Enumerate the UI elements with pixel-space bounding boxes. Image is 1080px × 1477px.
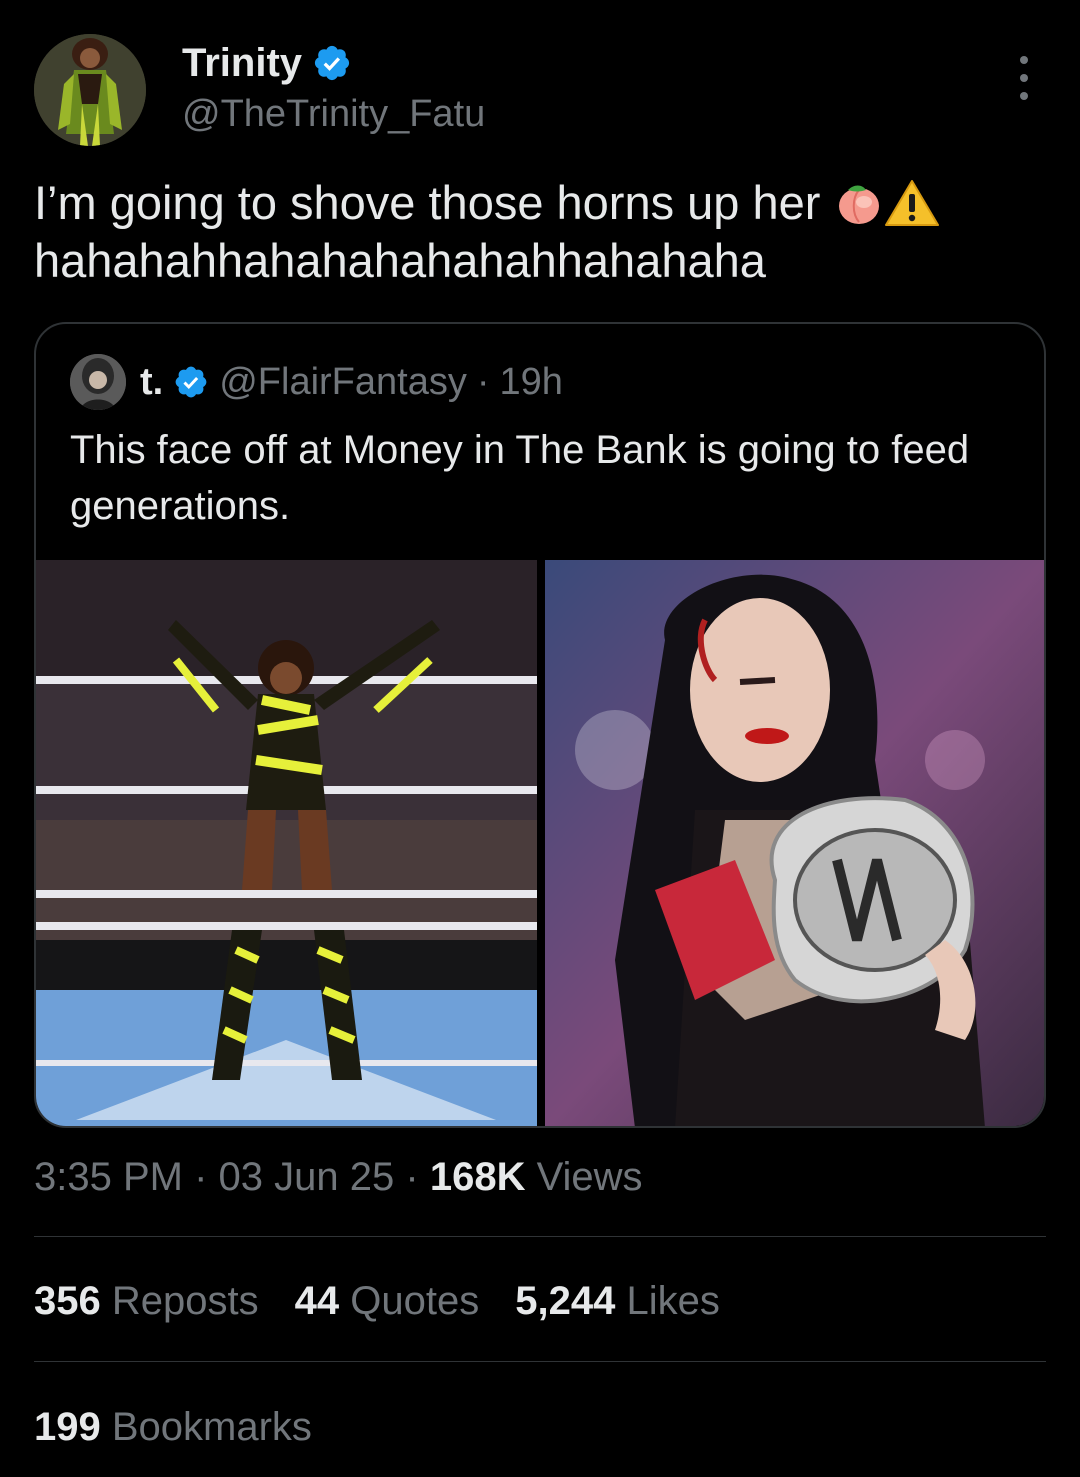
engagement-stats: 356 Reposts 44 Quotes 5,244 Likes bbox=[34, 1276, 720, 1326]
reposts-stat[interactable]: 356 Reposts bbox=[34, 1276, 259, 1326]
views-count: 168K bbox=[429, 1155, 526, 1199]
tweet-text-line1: I’m going to shove those horns up her bbox=[34, 176, 821, 229]
more-options-icon[interactable] bbox=[1004, 56, 1044, 100]
divider bbox=[34, 1236, 1046, 1237]
quoted-tweet-header: t. @FlairFantasy · 19h bbox=[70, 354, 563, 410]
likes-label: Likes bbox=[626, 1279, 720, 1323]
reposts-label: Reposts bbox=[111, 1279, 259, 1323]
author-avatar[interactable] bbox=[34, 34, 146, 146]
tweet-text: I’m going to shove those horns up her ha… bbox=[34, 174, 1054, 290]
bookmarks-stat[interactable]: 199 Bookmarks bbox=[34, 1402, 312, 1452]
bookmarks-count: 199 bbox=[34, 1405, 101, 1449]
quoted-separator: · bbox=[476, 361, 490, 403]
peach-emoji-icon bbox=[838, 185, 879, 224]
likes-stat[interactable]: 5,244 Likes bbox=[515, 1276, 720, 1326]
warning-emoji-icon bbox=[884, 179, 939, 226]
author-name-row[interactable]: Trinity bbox=[182, 40, 352, 86]
quoted-author-avatar[interactable] bbox=[70, 354, 126, 410]
divider bbox=[34, 1361, 1046, 1362]
author-handle[interactable]: @TheTrinity_Fatu bbox=[182, 92, 485, 136]
media-photo-champion-with-belt[interactable] bbox=[545, 560, 1044, 1126]
quoted-tweet-card[interactable]: t. @FlairFantasy · 19h This face off at … bbox=[34, 322, 1046, 1128]
quoted-timestamp[interactable]: 19h bbox=[500, 359, 563, 405]
meta-separator: · bbox=[194, 1155, 208, 1199]
reposts-count: 356 bbox=[34, 1279, 101, 1323]
verified-badge-icon bbox=[175, 366, 207, 398]
quoted-tweet-text: This face off at Money in The Bank is go… bbox=[70, 428, 970, 528]
tweet-text-line2: hahahahhahahahahahahhahahaha bbox=[34, 234, 766, 287]
quoted-media-grid bbox=[36, 560, 1044, 1126]
tweet-time[interactable]: 3:35 PM bbox=[34, 1155, 183, 1199]
bookmarks-label: Bookmarks bbox=[111, 1405, 312, 1449]
quoted-author-handle[interactable]: @FlairFantasy bbox=[219, 359, 467, 405]
likes-count: 5,244 bbox=[515, 1279, 616, 1323]
tweet-detail: Trinity @TheTrinity_Fatu I’m going to sh… bbox=[0, 0, 1080, 1477]
quotes-stat[interactable]: 44 Quotes bbox=[295, 1276, 480, 1326]
tweet-date[interactable]: 03 Jun 25 bbox=[219, 1155, 395, 1199]
media-photo-wrestler-in-ring[interactable] bbox=[36, 560, 537, 1126]
author-display-name[interactable]: Trinity bbox=[182, 40, 302, 86]
quotes-label: Quotes bbox=[350, 1279, 480, 1323]
tweet-meta: 3:35 PM · 03 Jun 25 · 168K Views bbox=[34, 1152, 643, 1202]
quotes-count: 44 bbox=[294, 1279, 340, 1323]
verified-badge-icon bbox=[314, 45, 350, 81]
meta-separator: · bbox=[405, 1155, 419, 1199]
views-label: Views bbox=[536, 1155, 643, 1199]
quoted-author-name[interactable]: t. bbox=[140, 359, 163, 405]
